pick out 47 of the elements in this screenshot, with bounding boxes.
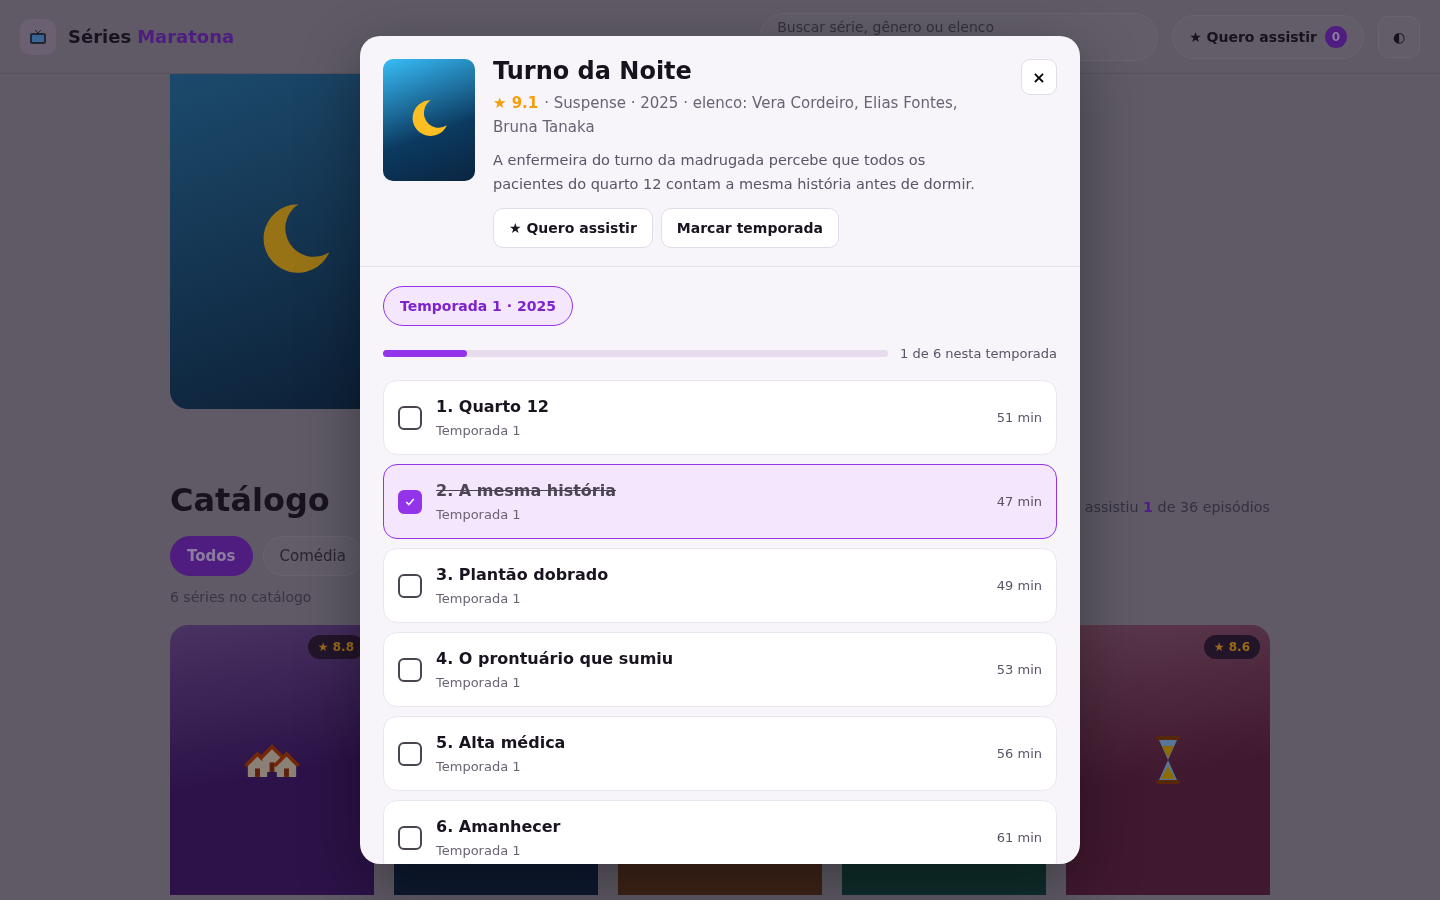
episode-row[interactable]: 5. Alta médica Temporada 1 56 min [383,716,1057,791]
season-tab[interactable]: Temporada 1 · 2025 [383,286,573,326]
episode-row[interactable]: 3. Plantão dobrado Temporada 1 49 min [383,548,1057,623]
episode-checkbox[interactable] [398,741,422,766]
episode-season: Temporada 1 [436,507,522,522]
series-card[interactable]: ★ 8.6 [1066,625,1270,895]
series-title: Turno da Noite [493,59,693,83]
episode-season: Temporada 1 [436,759,522,774]
episode-checkbox[interactable] [398,573,422,598]
episode-duration: 51 min [996,410,1042,425]
episode-season: Temporada 1 [436,675,522,690]
rating-badge: ★ 8.6 [1203,635,1260,659]
episode-season: Temporada 1 [436,591,522,606]
brand-highlight: Maratona [137,26,235,47]
count-badge: 0 [1325,25,1347,48]
episode-checkbox[interactable] [398,405,422,430]
episode-row[interactable]: 2. A mesma história Temporada 1 47 min [383,464,1057,539]
episode-duration: 47 min [996,494,1042,509]
hourglass-icon [1154,734,1182,786]
episode-checkbox[interactable] [398,825,422,850]
episode-title: 4. O prontuário que sumiu [436,649,675,668]
episode-row[interactable]: 1. Quarto 12 Temporada 1 51 min [383,380,1057,455]
episode-duration: 49 min [996,578,1042,593]
episode-checkbox[interactable] [398,657,422,682]
close-button[interactable]: × [1021,59,1057,95]
episode-title: 3. Plantão dobrado [436,565,610,584]
episode-title: 5. Alta médica [436,733,567,752]
episode-title: 6. Amanhecer [436,817,562,836]
episode-checkbox[interactable] [398,489,422,514]
episode-title: 2. A mesma história [436,481,618,500]
episode-row[interactable]: 4. O prontuário que sumiu Temporada 1 53 min [383,632,1057,707]
episode-duration: 56 min [996,746,1042,761]
episode-title: 1. Quarto 12 [436,397,550,416]
section-title: Catálogo [170,481,330,519]
series-details: ★ 9.1 · Suspense · 2025 · elenco: Vera Cordeiro, Elias Fontes, Bruna Tanaka [493,93,959,138]
episode-duration: 61 min [996,830,1042,845]
episode-season: Temporada 1 [436,423,522,438]
tv-icon [20,18,56,55]
episode-row[interactable]: 6. Amanhecer Temporada 1 61 min [383,800,1057,864]
series-description: A enfermeira do turno da madrugada percebe que todos os pacientes do quarto 12 contam a mesma história antes de dormir. [493,151,976,194]
action-button[interactable]: Marcar temporada [660,208,839,248]
episode-duration: 53 min [996,662,1042,677]
progress-reading: 1 de 6 nesta temporada [900,346,1057,361]
series-card[interactable]: ★ 8.8 [170,625,374,895]
action-button[interactable]: ★ Quero assistir [493,208,653,248]
brand-name: Séries [68,26,132,47]
episode-season: Temporada 1 [436,843,522,858]
